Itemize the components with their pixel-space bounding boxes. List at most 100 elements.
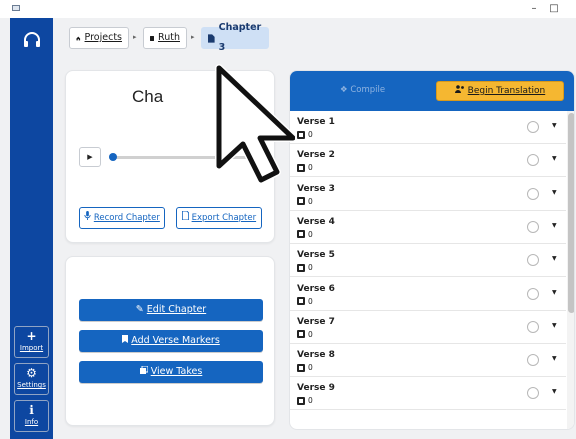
play-button[interactable]: ▶	[79, 147, 101, 167]
chevron-down-icon[interactable]: ▼	[552, 189, 557, 196]
verse-panel-header: ❖ Compile Begin Translation	[290, 71, 574, 111]
verse-row[interactable]: Verse 1 0 ▼	[290, 111, 566, 144]
verse-row[interactable]: Verse 5 0 ▼	[290, 244, 566, 278]
app-window: – □ + Import ⚙ Settings ℹ Info Projects	[0, 0, 576, 439]
verse-label: Verse 1	[297, 117, 335, 127]
breadcrumb-label: Projects	[84, 32, 122, 43]
take-count: 0	[308, 130, 313, 139]
verse-select-radio[interactable]	[527, 154, 539, 167]
verse-row[interactable]: Verse 4 0 ▼	[290, 211, 566, 244]
verse-panel: ❖ Compile Begin Translation Verse 1 0 ▼ Ver…	[289, 70, 575, 430]
verse-row[interactable]: Verse 3 0 ▼	[290, 178, 566, 211]
verse-select-radio[interactable]	[527, 220, 539, 233]
verse-select-radio[interactable]	[527, 354, 539, 367]
chevron-down-icon[interactable]: ▼	[552, 155, 557, 162]
export-chapter-button[interactable]: Export Chapter	[176, 207, 262, 229]
chevron-down-icon[interactable]: ▼	[552, 355, 557, 362]
main-content: Projects ▸ Ruth ▸ Chapter 3 Cha ▶ Record…	[53, 18, 576, 439]
verse-row[interactable]: Verse 2 0 ▼	[290, 144, 566, 178]
edit-chapter-button[interactable]: ✎ Edit Chapter	[79, 299, 263, 321]
verse-takes: 0	[297, 297, 313, 306]
breadcrumb-chapter[interactable]: Chapter 3	[201, 22, 269, 53]
pencil-icon: ✎	[135, 304, 144, 315]
breadcrumb-label: Ruth	[158, 32, 180, 43]
headphones-icon[interactable]	[22, 30, 42, 50]
view-takes-button[interactable]: View Takes	[79, 361, 263, 383]
take-count: 0	[308, 363, 313, 373]
chevron-down-icon[interactable]: ▼	[552, 122, 557, 129]
compile-button[interactable]: ❖ Compile	[340, 85, 385, 95]
chevron-down-icon[interactable]: ▼	[552, 289, 557, 296]
minimize-button[interactable]: –	[526, 2, 542, 16]
breadcrumb-projects[interactable]: Projects	[69, 27, 129, 49]
takes-icon	[297, 130, 305, 139]
users-icon	[454, 85, 464, 93]
app-icon	[12, 5, 20, 11]
scrollbar[interactable]	[567, 111, 574, 429]
takes-icon	[297, 263, 305, 272]
verse-row[interactable]: Verse 8 0 ▼	[290, 344, 566, 378]
verse-row[interactable]: Verse 6 0 ▼	[290, 278, 566, 311]
verse-select-radio[interactable]	[527, 254, 539, 267]
chevron-down-icon[interactable]: ▼	[552, 322, 557, 329]
take-count: 0	[308, 163, 313, 173]
verse-takes: 0	[297, 130, 313, 139]
begin-translation-button[interactable]: Begin Translation	[436, 81, 564, 101]
breadcrumb-book[interactable]: Ruth	[143, 27, 187, 49]
verse-select-radio[interactable]	[527, 387, 539, 400]
button-label: Record Chapter	[93, 213, 160, 223]
chevron-right-icon: ▸	[133, 33, 137, 41]
verse-takes: 0	[297, 263, 313, 272]
button-label: Begin Translation	[467, 86, 546, 96]
takes-icon	[297, 197, 305, 206]
verse-row[interactable]: Verse 9 0 ▼	[290, 377, 566, 411]
verse-select-radio[interactable]	[527, 187, 539, 200]
chapter-actions-card: ✎ Edit Chapter Add Verse Markers View Ta…	[65, 256, 275, 426]
button-label: View Takes	[150, 366, 203, 377]
sidebar-item-label: Info	[24, 418, 39, 426]
sidebar-item-import[interactable]: + Import	[14, 326, 49, 358]
take-count: 0	[308, 196, 313, 206]
verse-select-radio[interactable]	[527, 320, 539, 333]
sidebar: + Import ⚙ Settings ℹ Info	[10, 18, 53, 439]
button-label: Add Verse Markers	[131, 335, 220, 346]
export-icon	[181, 210, 189, 221]
verse-label: Verse 2	[297, 150, 335, 161]
document-icon	[208, 33, 215, 43]
verse-takes: 0	[297, 396, 313, 405]
verse-takes: 0	[297, 163, 313, 172]
scrollbar-thumb[interactable]	[568, 113, 574, 313]
verse-label: Verse 8	[297, 350, 335, 361]
record-chapter-button[interactable]: Record Chapter	[79, 207, 165, 229]
gear-icon: ⚙	[26, 366, 37, 380]
chevron-down-icon[interactable]: ▼	[552, 388, 557, 395]
take-count: 0	[308, 263, 313, 273]
verse-row[interactable]: Verse 7 0 ▼	[290, 311, 566, 344]
chevron-down-icon[interactable]: ▼	[552, 255, 557, 262]
verse-select-radio[interactable]	[527, 287, 539, 300]
takes-icon	[297, 330, 305, 339]
slider-knob[interactable]	[109, 153, 117, 161]
mic-icon	[84, 211, 91, 220]
maximize-button[interactable]: □	[546, 2, 562, 16]
button-label: Edit Chapter	[146, 304, 207, 315]
sidebar-item-info[interactable]: ℹ Info	[14, 400, 49, 432]
title-bar: – □	[0, 0, 576, 18]
sidebar-item-settings[interactable]: ⚙ Settings	[14, 363, 49, 395]
takes-icon	[297, 230, 305, 239]
take-count: 0	[308, 229, 313, 239]
takes-icon	[297, 297, 305, 305]
bookmark-icon	[122, 335, 129, 343]
take-count: 0	[308, 329, 313, 339]
button-label: Export Chapter	[191, 213, 257, 223]
verse-label: Verse 5	[297, 250, 335, 261]
chevron-right-icon: ▸	[191, 33, 195, 41]
takes-icon	[297, 163, 305, 172]
add-verse-markers-button[interactable]: Add Verse Markers	[79, 330, 263, 352]
verse-label: Verse 6	[297, 283, 335, 294]
breadcrumb-label: Chapter 3	[218, 22, 262, 53]
mouse-cursor-icon	[215, 64, 295, 184]
chevron-down-icon[interactable]: ▼	[552, 222, 557, 229]
verse-label: Verse 4	[297, 216, 335, 227]
verse-select-radio[interactable]	[527, 121, 539, 133]
